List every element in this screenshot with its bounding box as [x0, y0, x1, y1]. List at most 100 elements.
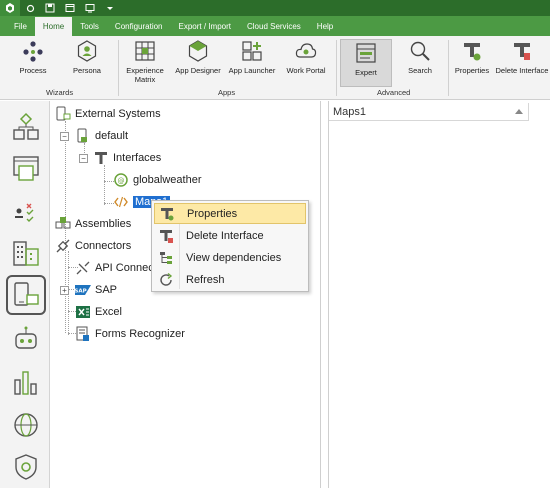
tree-label: External Systems — [75, 108, 161, 120]
portal-icon[interactable] — [8, 407, 44, 443]
default-system-icon — [75, 128, 91, 144]
svg-text:SAP: SAP — [75, 289, 87, 295]
tree-node-connectors[interactable]: Connectors — [55, 237, 131, 255]
analytics-icon[interactable] — [8, 365, 44, 401]
details-header: Maps1 — [329, 103, 529, 121]
excel-icon — [75, 304, 91, 320]
tree-node-globalweather[interactable]: @ globalweather — [113, 171, 202, 189]
ribbon-separator — [118, 40, 119, 96]
process-icon — [21, 39, 45, 63]
tree-label: default — [95, 130, 129, 142]
bot-icon[interactable] — [8, 321, 44, 357]
tab-export-import[interactable]: Export / Import — [171, 17, 239, 36]
tree-label: globalweather — [133, 174, 202, 186]
refresh-icon — [154, 270, 178, 290]
tree-label: Connectors — [75, 240, 132, 252]
app-launcher-button[interactable]: App Launcher — [226, 39, 278, 87]
app-logo-icon — [0, 0, 20, 16]
tree-node-forms-recognizer[interactable]: Forms Recognizer — [75, 325, 185, 343]
tree-node-external-systems[interactable]: External Systems — [55, 105, 161, 123]
experience-matrix-icon — [133, 39, 157, 63]
search-label: Search — [408, 66, 432, 75]
collapse-toggle[interactable]: − — [60, 132, 69, 141]
context-menu: Properties Delete Interface View depende… — [151, 200, 309, 292]
interfaces-icon — [93, 150, 109, 166]
tab-tools[interactable]: Tools — [72, 17, 107, 36]
process-modeling-icon[interactable] — [8, 109, 44, 145]
properties-label: Properties — [454, 66, 490, 75]
work-portal-button[interactable]: Work Portal — [282, 39, 330, 87]
context-menu-view-dependencies[interactable]: View dependencies — [154, 247, 306, 268]
organization-icon[interactable] — [8, 235, 44, 271]
delete-interface-icon — [510, 39, 534, 63]
expand-toggle[interactable]: + — [60, 286, 69, 295]
app-designer-icon — [186, 39, 210, 63]
assemblies-icon — [55, 216, 71, 232]
security-icon[interactable] — [8, 449, 44, 485]
business-rules-icon[interactable] — [8, 193, 44, 229]
app-launcher-label: App Launcher — [228, 66, 276, 75]
tab-cloud-services[interactable]: Cloud Services — [239, 17, 309, 36]
experience-matrix-button[interactable]: Experience Matrix — [122, 39, 168, 87]
tab-file[interactable]: File — [6, 17, 35, 36]
tree-label: Interfaces — [113, 152, 162, 164]
window-icon[interactable] — [60, 0, 80, 16]
collapse-arrow-icon[interactable] — [515, 109, 523, 114]
wizards-group-label: Wizards — [46, 88, 74, 97]
connectors-icon — [55, 238, 71, 254]
dependencies-icon — [154, 248, 178, 268]
expert-icon — [354, 41, 378, 65]
app-designer-label: App Designer — [175, 66, 221, 75]
ribbon-separator — [448, 40, 449, 96]
tree-connector — [104, 165, 105, 205]
app-designer-button[interactable]: App Designer — [172, 39, 224, 87]
experience-matrix-label-2: Matrix — [134, 75, 156, 84]
tree-node-default[interactable]: default — [75, 127, 128, 145]
delete-interface-label: Delete Interface — [495, 66, 549, 75]
context-menu-refresh[interactable]: Refresh — [154, 269, 306, 290]
properties-icon — [155, 204, 179, 224]
navigation-rail — [0, 101, 50, 488]
delete-interface-button[interactable]: Delete Interface — [495, 39, 549, 87]
dropdown-icon[interactable] — [100, 0, 120, 16]
app-launcher-icon — [240, 39, 264, 63]
integration-icon[interactable] — [6, 275, 46, 315]
add-icon[interactable] — [20, 0, 40, 16]
screen-icon[interactable] — [80, 0, 100, 16]
properties-button[interactable]: Properties — [451, 39, 493, 87]
svg-text:@: @ — [118, 177, 125, 185]
forms-recognizer-icon — [75, 326, 91, 342]
context-menu-label: Properties — [187, 207, 238, 220]
tree-node-interfaces[interactable]: Interfaces — [93, 149, 161, 167]
api-connector-icon — [75, 260, 91, 276]
tab-home[interactable]: Home — [34, 17, 73, 36]
external-systems-icon — [55, 106, 71, 122]
context-menu-label: View dependencies — [186, 251, 282, 264]
expert-label: Expert — [355, 68, 377, 77]
search-icon — [408, 39, 432, 63]
process-button[interactable]: Process — [12, 39, 54, 87]
collapse-toggle[interactable]: − — [79, 154, 88, 163]
ribbon: Process Persona Experience Matrix App De… — [0, 36, 550, 100]
context-menu-properties[interactable]: Properties — [154, 203, 306, 224]
tab-configuration[interactable]: Configuration — [107, 17, 171, 36]
tree-label: Assemblies — [75, 218, 132, 230]
expert-button[interactable]: Expert — [340, 39, 392, 87]
tree-node-excel[interactable]: Excel — [75, 303, 122, 321]
user-interface-icon[interactable] — [8, 151, 44, 187]
details-panel: Maps1 — [328, 101, 550, 488]
context-menu-label: Refresh — [186, 273, 225, 286]
context-menu-delete-interface[interactable]: Delete Interface — [154, 225, 306, 246]
menu-bar: File Home Tools Configuration Export / I… — [0, 16, 550, 36]
tree-node-assemblies[interactable]: Assemblies — [55, 215, 131, 233]
tree-node-sap[interactable]: SAP SAP — [75, 281, 117, 299]
title-bar — [0, 0, 550, 16]
experience-matrix-label-1: Experience — [126, 66, 164, 75]
process-label: Process — [19, 66, 47, 75]
tree-panel: External Systems − default − Interfaces … — [51, 101, 321, 488]
work-portal-icon — [294, 39, 318, 63]
search-button[interactable]: Search — [398, 39, 442, 87]
persona-button[interactable]: Persona — [66, 39, 108, 87]
save-icon[interactable] — [40, 0, 60, 16]
tab-help[interactable]: Help — [309, 17, 341, 36]
